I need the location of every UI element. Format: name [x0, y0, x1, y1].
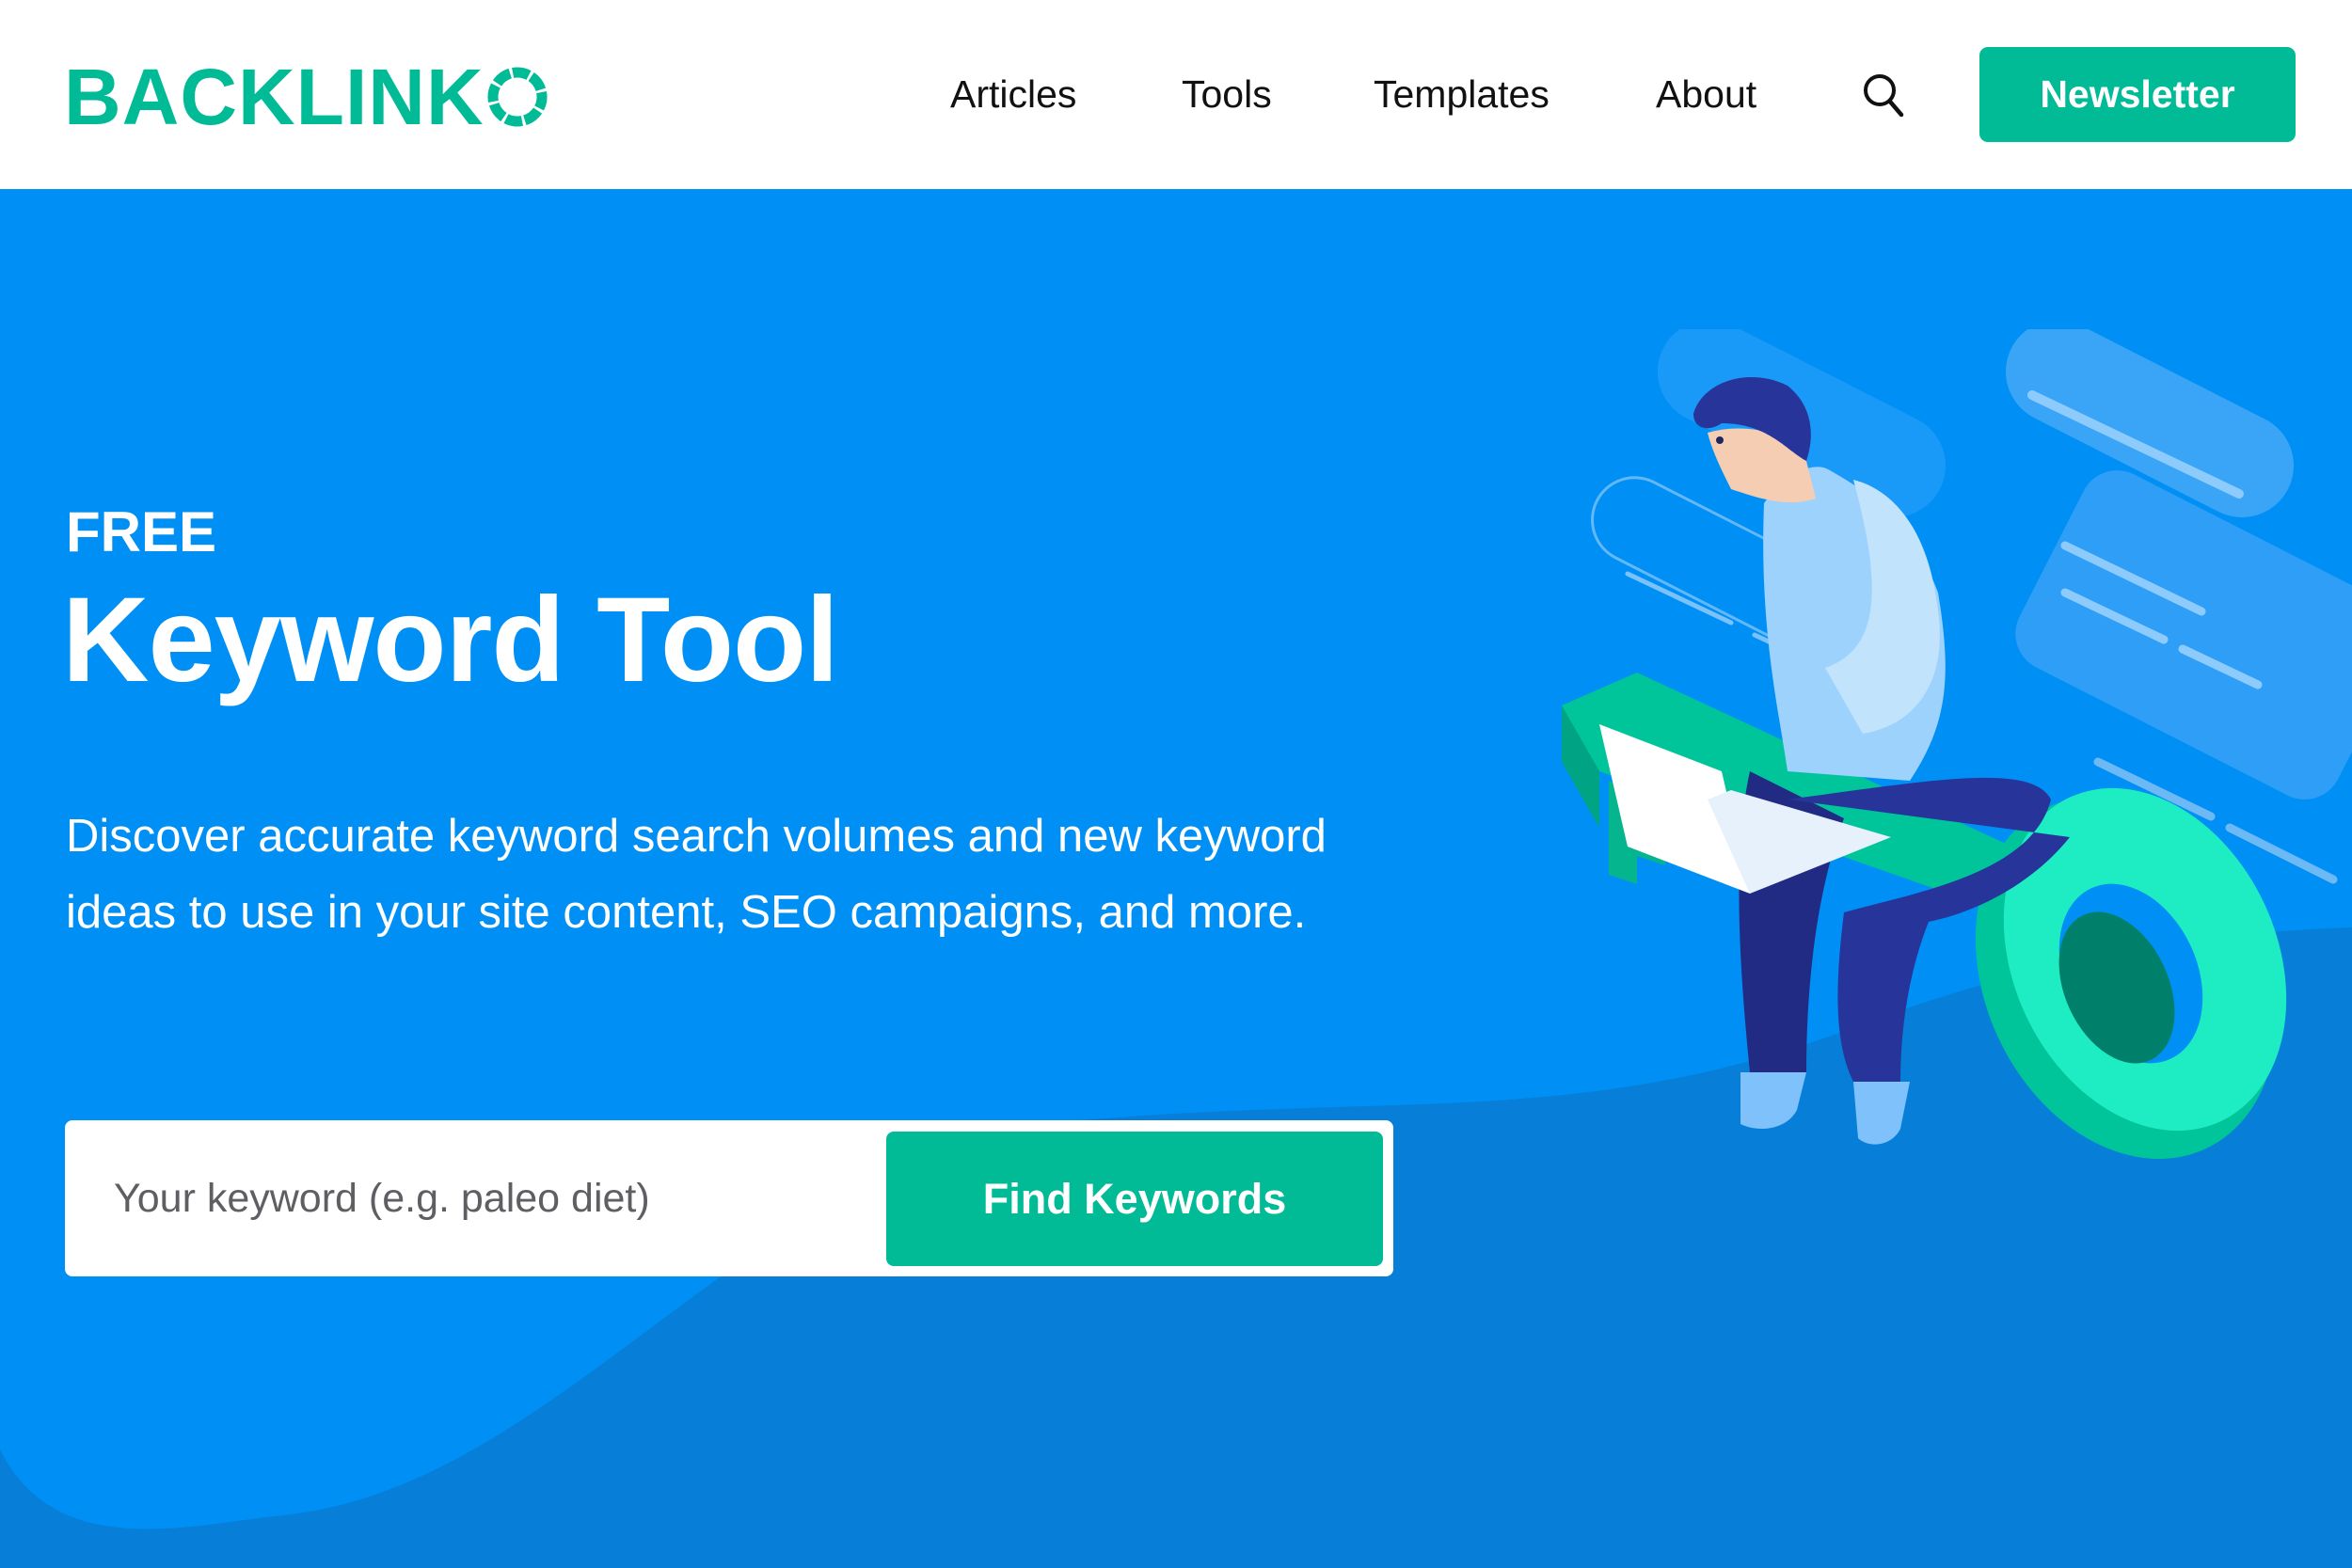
site-header: BACKLINK Articles Tools Templates About … [0, 0, 2352, 189]
hero-illustration [1562, 329, 2352, 1160]
keyword-search-form: Find Keywords [65, 1120, 1393, 1276]
hero-section: FREE Keyword Tool Discover accurate keyw… [0, 189, 2352, 1568]
search-icon [1864, 74, 1904, 118]
keyword-input[interactable] [114, 1158, 866, 1239]
page-title: Keyword Tool [62, 573, 839, 707]
find-keywords-button[interactable]: Find Keywords [886, 1132, 1383, 1266]
nav-tools[interactable]: Tools [1182, 68, 1272, 120]
nav-articles[interactable]: Articles [950, 68, 1076, 120]
ring-o-icon [487, 67, 548, 127]
nav-templates[interactable]: Templates [1374, 68, 1549, 120]
search-button[interactable] [1861, 71, 1906, 120]
newsletter-button[interactable]: Newsletter [1979, 47, 2296, 142]
nav-about[interactable]: About [1656, 68, 1756, 120]
hero-description: Discover accurate keyword search volumes… [66, 811, 1327, 938]
backlinko-logo[interactable]: BACKLINK [64, 53, 548, 141]
logo-text: BACKLINK [64, 53, 485, 141]
hero-eyebrow: FREE [66, 500, 217, 563]
